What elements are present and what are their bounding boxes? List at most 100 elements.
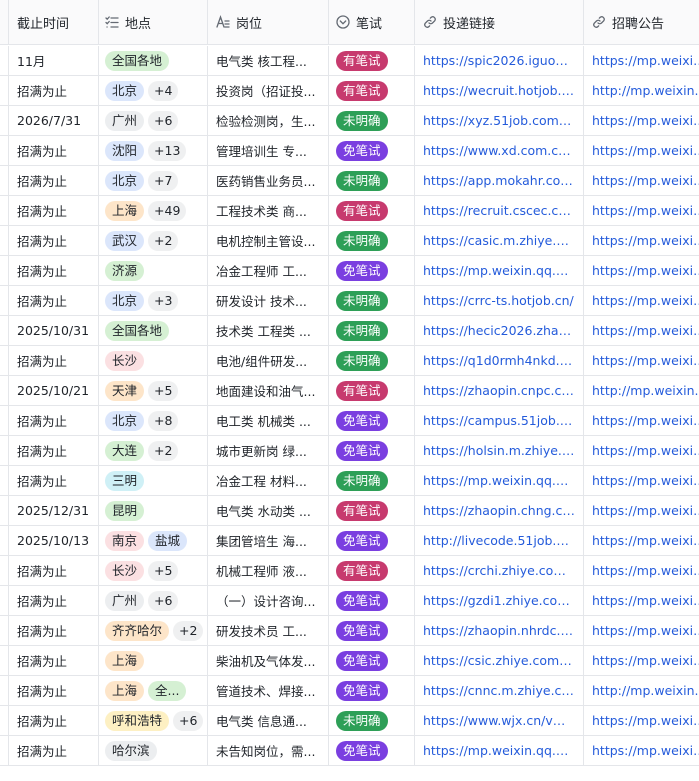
notice-link-cell[interactable]: https://mp.weixin... <box>584 166 699 195</box>
deadline-cell[interactable]: 招满为止 <box>9 406 99 435</box>
notice-link-cell[interactable]: https://mp.weixin... <box>584 616 699 645</box>
deadline-cell[interactable]: 招满为止 <box>9 286 99 315</box>
position-cell[interactable]: 冶金工程师 工... <box>208 256 329 285</box>
notice-link[interactable]: https://mp.weixin... <box>592 713 699 728</box>
table-row[interactable]: 招满为止 北京 +3 研发设计 技术... 未明确 https://crrc-ts.hot… <box>0 286 699 316</box>
notice-link[interactable]: https://mp.weixin... <box>592 473 699 488</box>
table-row[interactable]: 招满为止 北京 +4 投资岗（招证投... 有笔试 https://wecruit.hot… <box>0 76 699 106</box>
exam-cell[interactable]: 有笔试 <box>329 496 415 525</box>
exam-cell[interactable]: 免笔试 <box>329 436 415 465</box>
deadline-cell[interactable]: 招满为止 <box>9 706 99 735</box>
notice-link[interactable]: https://mp.weixin... <box>592 113 699 128</box>
apply-link-cell[interactable]: https://q1d0rmh4nkd.fe... <box>415 346 584 375</box>
header-deadline[interactable]: 截止时间 <box>9 0 99 44</box>
table-row[interactable]: 招满为止 广州 +6 （一）设计咨询... 免笔试 https://gzdi1.zhiye… <box>0 586 699 616</box>
apply-link-cell[interactable]: https://campus.51job.co... <box>415 406 584 435</box>
apply-link[interactable]: https://cnnc.m.zhiye.co... <box>423 683 575 698</box>
location-cell[interactable]: 天津 +5 <box>99 376 208 405</box>
deadline-cell[interactable]: 2025/10/31 <box>9 316 99 345</box>
deadline-cell[interactable]: 2025/12/31 <box>9 496 99 525</box>
notice-link-cell[interactable]: https://mp.weixin... <box>584 646 699 675</box>
position-cell[interactable]: 投资岗（招证投... <box>208 76 329 105</box>
position-cell[interactable]: 未告知岗位，需... <box>208 736 329 765</box>
deadline-cell[interactable]: 招满为止 <box>9 166 99 195</box>
notice-link-cell[interactable]: http://mp.weixin.q... <box>584 676 699 705</box>
apply-link[interactable]: https://www.wjx.cn/vm/... <box>423 713 575 728</box>
location-cell[interactable]: 武汉 +2 <box>99 226 208 255</box>
notice-link[interactable]: http://mp.weixin.q... <box>592 83 699 98</box>
apply-link-cell[interactable]: https://www.wjx.cn/vm/... <box>415 706 584 735</box>
position-cell[interactable]: 冶金工程 材料... <box>208 466 329 495</box>
apply-link-cell[interactable]: https://xyz.51job.com/c... <box>415 106 584 135</box>
notice-link[interactable]: https://mp.weixin... <box>592 563 699 578</box>
notice-link[interactable]: https://mp.weixin... <box>592 323 699 338</box>
exam-cell[interactable]: 未明确 <box>329 226 415 255</box>
deadline-cell[interactable]: 2025/10/13 <box>9 526 99 555</box>
notice-link-cell[interactable]: https://mp.weixin... <box>584 196 699 225</box>
location-cell[interactable]: 北京 +4 <box>99 76 208 105</box>
deadline-cell[interactable]: 招满为止 <box>9 346 99 375</box>
table-row[interactable]: 招满为止 北京 +7 医药销售业务员... 未明确 https://app.mokahr.… <box>0 166 699 196</box>
table-row[interactable]: 2025/12/31 昆明 电气类 水动类 ... 有笔试 https://zhaopi… <box>0 496 699 526</box>
notice-link[interactable]: https://mp.weixin... <box>592 653 699 668</box>
notice-link-cell[interactable]: https://mp.weixin... <box>584 496 699 525</box>
apply-link[interactable]: https://zhaopin.chng.co... <box>423 503 575 518</box>
table-row[interactable]: 招满为止 上海 全... 管道技术、焊接... 免笔试 https://cnnc.m.zh… <box>0 676 699 706</box>
position-cell[interactable]: 工程技术类 商... <box>208 196 329 225</box>
deadline-cell[interactable]: 招满为止 <box>9 676 99 705</box>
location-cell[interactable]: 全国各地 <box>99 316 208 345</box>
position-cell[interactable]: 城市更新岗 绿... <box>208 436 329 465</box>
table-row[interactable]: 2025/10/13 南京 盐城 集团管培生 海... 免笔试 http://liveco… <box>0 526 699 556</box>
table-row[interactable]: 招满为止 长沙 +5 机械工程师 液... 有笔试 https://crchi.zhiye… <box>0 556 699 586</box>
notice-link[interactable]: http://mp.weixin.q... <box>592 383 699 398</box>
deadline-cell[interactable]: 招满为止 <box>9 556 99 585</box>
exam-cell[interactable]: 未明确 <box>329 316 415 345</box>
deadline-cell[interactable]: 招满为止 <box>9 616 99 645</box>
notice-link[interactable]: https://mp.weixin... <box>592 593 699 608</box>
position-cell[interactable]: 研发设计 技术... <box>208 286 329 315</box>
location-cell[interactable]: 沈阳 +13 <box>99 136 208 165</box>
location-cell[interactable]: 济源 <box>99 256 208 285</box>
table-row[interactable]: 招满为止 武汉 +2 电机控制主管设... 未明确 https://casic.m.zhi… <box>0 226 699 256</box>
notice-link[interactable]: https://mp.weixin... <box>592 533 699 548</box>
notice-link-cell[interactable]: https://mp.weixin... <box>584 466 699 495</box>
exam-cell[interactable]: 未明确 <box>329 286 415 315</box>
exam-cell[interactable]: 未明确 <box>329 166 415 195</box>
deadline-cell[interactable]: 2026/7/31 <box>9 106 99 135</box>
position-cell[interactable]: 柴油机及气体发... <box>208 646 329 675</box>
apply-link-cell[interactable]: https://crrc-ts.hotjob.cn/ <box>415 286 584 315</box>
apply-link-cell[interactable]: https://mp.weixin.qq.co... <box>415 736 584 765</box>
header-exam[interactable]: 笔试 <box>329 0 415 44</box>
exam-cell[interactable]: 免笔试 <box>329 526 415 555</box>
location-cell[interactable]: 广州 +6 <box>99 106 208 135</box>
location-cell[interactable]: 上海 +49 <box>99 196 208 225</box>
position-cell[interactable]: 研发技术员 工... <box>208 616 329 645</box>
apply-link[interactable]: https://wecruit.hotjob.c... <box>423 83 575 98</box>
header-notice-link[interactable]: 招聘公告 <box>584 0 699 44</box>
position-cell[interactable]: 电池/组件研发... <box>208 346 329 375</box>
apply-link-cell[interactable]: https://cnnc.m.zhiye.co... <box>415 676 584 705</box>
apply-link[interactable]: http://livecode.51job.co... <box>423 533 575 548</box>
table-row[interactable]: 2025/10/21 天津 +5 地面建设和油气... 有笔试 https://zhaop… <box>0 376 699 406</box>
location-cell[interactable]: 大连 +2 <box>99 436 208 465</box>
apply-link[interactable]: https://holsin.m.zhiye.c... <box>423 443 575 458</box>
exam-cell[interactable]: 免笔试 <box>329 676 415 705</box>
exam-cell[interactable]: 免笔试 <box>329 136 415 165</box>
deadline-cell[interactable]: 招满为止 <box>9 466 99 495</box>
location-cell[interactable]: 长沙 <box>99 346 208 375</box>
notice-link-cell[interactable]: http://mp.weixin.q... <box>584 376 699 405</box>
position-cell[interactable]: 电气类 水动类 ... <box>208 496 329 525</box>
deadline-cell[interactable]: 11月 <box>9 46 99 75</box>
location-cell[interactable]: 北京 +7 <box>99 166 208 195</box>
location-cell[interactable]: 全国各地 <box>99 46 208 75</box>
notice-link-cell[interactable]: https://mp.weixin... <box>584 556 699 585</box>
table-row[interactable]: 招满为止 长沙 电池/组件研发... 未明确 https://q1d0rmh4nkd.f… <box>0 346 699 376</box>
notice-link-cell[interactable]: https://mp.weixin... <box>584 256 699 285</box>
apply-link[interactable]: https://app.mokahr.com... <box>423 173 575 188</box>
notice-link[interactable]: https://mp.weixin... <box>592 263 699 278</box>
deadline-cell[interactable]: 招满为止 <box>9 136 99 165</box>
position-cell[interactable]: 管理培训生 专... <box>208 136 329 165</box>
table-row[interactable]: 2025/10/31 全国各地 技术类 工程类 ... 未明确 https://heci… <box>0 316 699 346</box>
apply-link[interactable]: https://zhaopin.nhrdc.c... <box>423 623 575 638</box>
apply-link-cell[interactable]: https://www.xd.com.cn/... <box>415 136 584 165</box>
